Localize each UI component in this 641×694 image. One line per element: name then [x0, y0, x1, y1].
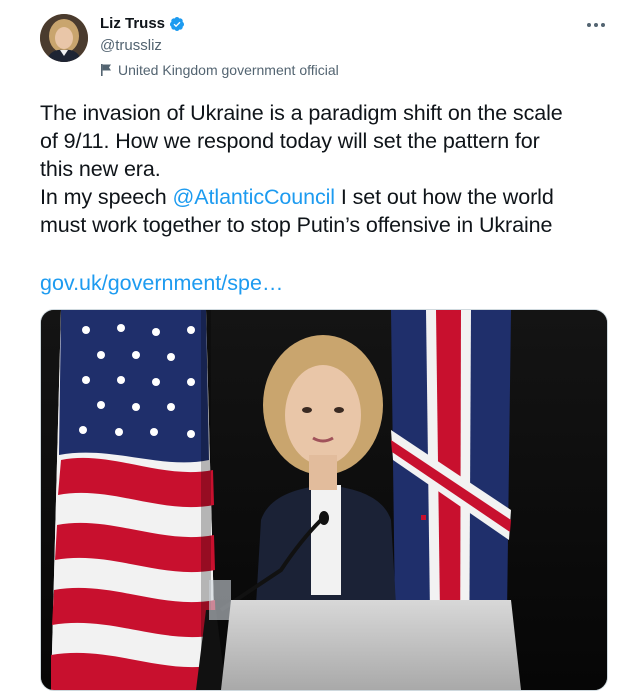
tweet-line-5: must work together to stop Putin’s offen… — [40, 213, 553, 237]
tweet-line-4-prefix: In my speech — [40, 185, 173, 209]
podium — [221, 600, 521, 690]
mention-link[interactable]: @AtlanticCouncil — [173, 185, 336, 209]
tweet-line-2: of 9/11. How we respond today will set t… — [40, 129, 540, 153]
tweet-photo[interactable] — [40, 309, 608, 691]
tweet-line-3: this new era. — [40, 157, 161, 181]
affiliation-text: United Kingdom government official — [118, 62, 339, 78]
external-link[interactable]: gov.uk/government/spe… — [40, 269, 283, 297]
author-name-row[interactable]: Liz Truss — [100, 15, 185, 32]
avatar[interactable] — [40, 14, 88, 62]
flag-icon — [100, 63, 113, 77]
author-handle[interactable]: @trussliz — [100, 37, 162, 54]
affiliation-label: United Kingdom government official — [100, 62, 339, 78]
us-flag — [51, 310, 216, 690]
verified-badge-icon — [169, 16, 185, 32]
tweet-line-1: The invasion of Ukraine is a paradigm sh… — [40, 101, 563, 125]
more-options-icon[interactable] — [585, 18, 607, 32]
tweet: Liz Truss @trussliz United Kingdom gover… — [0, 0, 641, 694]
tweet-text: The invasion of Ukraine is a paradigm sh… — [40, 99, 630, 239]
tweet-line-4-suffix: I set out how the world — [334, 185, 554, 209]
author-name[interactable]: Liz Truss — [100, 15, 165, 32]
